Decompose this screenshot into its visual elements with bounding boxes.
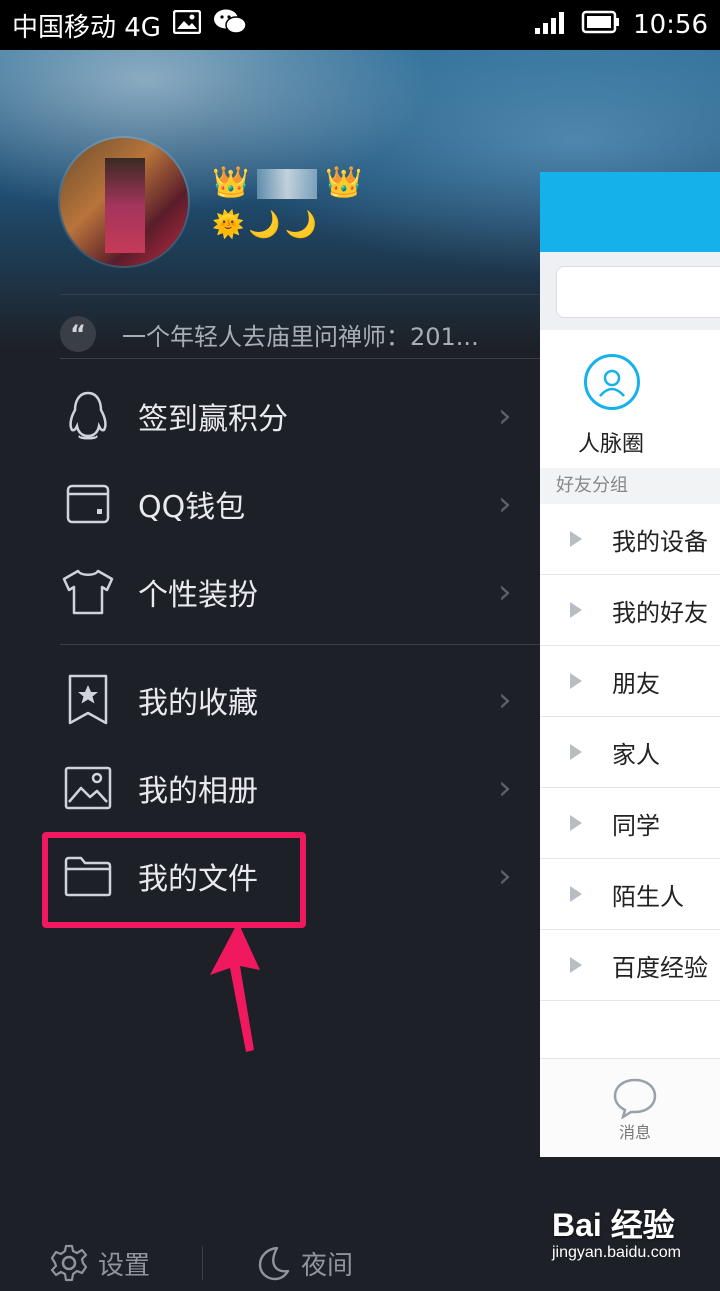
group-row[interactable]: 陌生人 xyxy=(540,859,720,930)
watermark-url: jingyan.baidu.com xyxy=(552,1244,681,1261)
bookmark-star-icon xyxy=(60,672,116,728)
signature-text: 一个年轻人去庙里问禅师：201... xyxy=(122,322,479,351)
chevron-right-icon: › xyxy=(498,396,512,436)
group-row[interactable]: 朋友 xyxy=(540,646,720,717)
group-header: 好友分组 xyxy=(540,468,720,504)
battery-icon xyxy=(581,10,621,41)
side-drawer: 👑 👑 🌞🌙🌙 “ 一个年轻人去庙里问禅师：201... 签到赢积分 › QQ钱包… xyxy=(0,50,540,1282)
group-row[interactable]: 我的设备 xyxy=(540,504,720,575)
divider xyxy=(60,294,540,295)
wallet-icon xyxy=(60,476,116,532)
person-circle-icon xyxy=(584,354,640,410)
expand-triangle-icon xyxy=(570,531,582,547)
quote-icon: “ xyxy=(60,316,96,352)
night-mode-button[interactable]: 夜间 xyxy=(255,1245,353,1282)
group-label: 陌生人 xyxy=(612,882,684,911)
clock: 10:56 xyxy=(633,10,708,40)
menu-item-albums[interactable]: 我的相册 › xyxy=(60,748,540,828)
pointer-arrow-icon xyxy=(210,922,260,1052)
chevron-right-icon: › xyxy=(498,572,512,612)
menu-item-wallet[interactable]: QQ钱包 › xyxy=(60,464,540,544)
menu-item-label: QQ钱包 xyxy=(138,490,246,525)
group-label: 同学 xyxy=(612,811,660,840)
level-icons: 🌞🌙🌙 xyxy=(212,210,322,240)
network-circle-label: 人脉圈 xyxy=(578,432,645,457)
tshirt-icon xyxy=(60,564,116,620)
expand-triangle-icon xyxy=(570,886,582,902)
baidu-watermark-logo: Bai 经验 xyxy=(552,1207,675,1243)
expand-triangle-icon xyxy=(570,602,582,618)
menu-item-label: 我的相册 xyxy=(138,774,258,809)
gear-icon xyxy=(50,1244,88,1282)
tab-messages[interactable]: 消息 xyxy=(612,1077,658,1143)
chat-bubble-icon xyxy=(613,1078,657,1119)
username-badges[interactable]: 👑 👑 xyxy=(212,168,363,199)
night-mode-label: 夜间 xyxy=(301,1250,354,1281)
drawer-bottom-bar: 设置 夜间 xyxy=(50,1235,510,1291)
chevron-right-icon: › xyxy=(498,768,512,808)
highlight-box xyxy=(42,832,306,928)
bottom-tab-bar: 消息 xyxy=(540,1058,720,1157)
group-row[interactable]: 同学 xyxy=(540,788,720,859)
menu-item-themes[interactable]: 个性装扮 › xyxy=(60,552,540,632)
crown-icon: 👑 xyxy=(325,165,363,200)
menu-item-label: 我的收藏 xyxy=(138,686,258,721)
wechat-notification-icon xyxy=(213,8,247,43)
chevron-right-icon: › xyxy=(498,856,512,896)
settings-button[interactable]: 设置 xyxy=(50,1244,150,1282)
divider xyxy=(60,644,540,645)
moon-icon xyxy=(258,1246,290,1281)
expand-triangle-icon xyxy=(570,744,582,760)
expand-triangle-icon xyxy=(570,957,582,973)
group-row[interactable]: 我的好友 xyxy=(540,575,720,646)
group-row[interactable]: 百度经验 xyxy=(540,930,720,1001)
network-circle-entry[interactable]: 人脉圈 xyxy=(540,330,720,468)
menu-item-label: 个性装扮 xyxy=(138,578,258,613)
contacts-panel[interactable]: 人脉圈 好友分组 我的设备 我的好友 朋友 家人 同学 陌生人 百度经验 消息 xyxy=(540,172,720,1157)
username-blurred xyxy=(257,168,318,199)
signal-icon xyxy=(535,10,569,41)
expand-triangle-icon xyxy=(570,673,582,689)
settings-label: 设置 xyxy=(98,1250,151,1281)
avatar[interactable] xyxy=(60,138,188,266)
chevron-right-icon: › xyxy=(498,484,512,524)
picture-icon xyxy=(60,760,116,816)
chevron-right-icon: › xyxy=(498,680,512,720)
menu-item-label: 签到赢积分 xyxy=(138,402,288,437)
carrier-label: 中国移动 4G xyxy=(12,12,161,43)
divider xyxy=(60,358,540,359)
search-area xyxy=(540,252,720,330)
image-notification-icon xyxy=(172,9,202,41)
signature-row[interactable]: “ 一个年轻人去庙里问禅师：201... xyxy=(60,308,520,360)
group-label: 百度经验 xyxy=(612,953,708,982)
group-label: 我的设备 xyxy=(612,527,708,556)
tab-messages-label: 消息 xyxy=(618,1123,651,1142)
penguin-icon xyxy=(60,388,116,444)
menu-item-favorites[interactable]: 我的收藏 › xyxy=(60,660,540,740)
expand-triangle-icon xyxy=(570,815,582,831)
crown-icon: 👑 xyxy=(212,165,250,200)
group-row[interactable]: 家人 xyxy=(540,717,720,788)
group-label: 家人 xyxy=(612,740,660,769)
status-bar: 中国移动 4G 10:56 xyxy=(0,0,720,50)
search-input[interactable] xyxy=(556,266,720,318)
group-label: 我的好友 xyxy=(612,598,708,627)
menu-item-checkin[interactable]: 签到赢积分 › xyxy=(60,376,540,456)
divider xyxy=(202,1246,204,1280)
group-label: 朋友 xyxy=(612,669,660,698)
contacts-header xyxy=(540,172,720,252)
